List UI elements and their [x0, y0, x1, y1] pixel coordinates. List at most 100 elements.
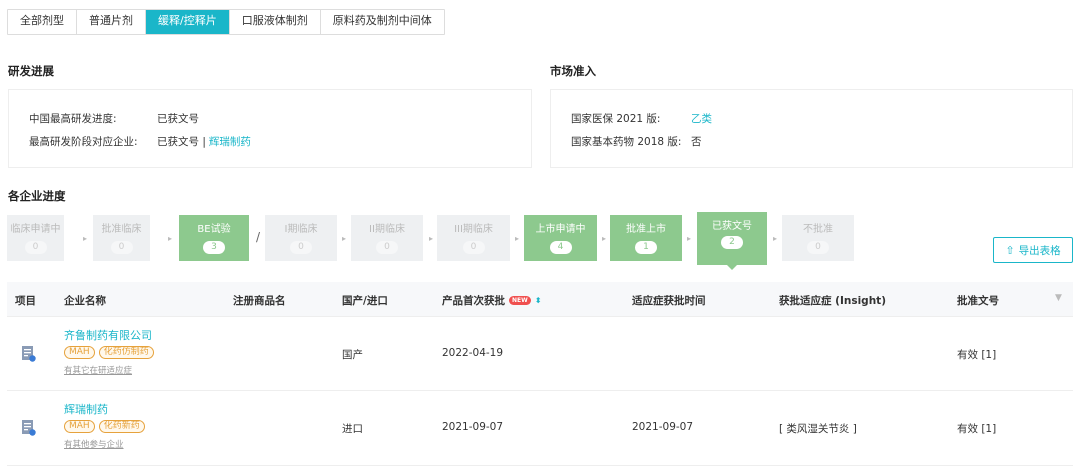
- rd-highest-row: 中国最高研发进度: 已获文号: [29, 111, 199, 126]
- stage-label: BE试验: [197, 224, 231, 235]
- table-row: 辉瑞制药 MAH 化药新药 有其他参与企业 进口 2021-09-07 2021…: [7, 391, 1073, 466]
- rd-progress-title: 研发进展: [8, 64, 54, 78]
- tag-group: MAH 化药仿制药: [64, 346, 154, 359]
- stage-phase-2[interactable]: II期临床 0: [351, 215, 423, 261]
- rd-company-label: 最高研发阶段对应企业:: [29, 136, 138, 148]
- chevron-right-icon: ▸: [686, 234, 691, 243]
- origin-cell: 国产: [342, 349, 363, 361]
- stage-nda-pending[interactable]: 上市申请中 4: [524, 215, 597, 261]
- stage-label: 批准上市: [626, 224, 666, 235]
- th-brand: 注册商品名: [233, 295, 286, 307]
- th-indication-time: 适应症获批时间: [632, 295, 706, 307]
- nrdl-value-link[interactable]: 乙类: [691, 111, 712, 126]
- first-approval-cell: 2022-04-19: [442, 347, 504, 359]
- stage-count: 0: [24, 241, 47, 254]
- mah-tag: MAH: [64, 420, 95, 433]
- stage-be-trial[interactable]: BE试验 3: [179, 215, 249, 261]
- upload-icon: ⇧: [1005, 243, 1015, 257]
- nrdl-label: 国家医保 2021 版:: [571, 113, 661, 125]
- stage-count: 4: [549, 241, 572, 254]
- drug-type-tag: 化药仿制药: [98, 346, 154, 359]
- th-origin: 国产/进口: [342, 295, 388, 307]
- tab-extended-release[interactable]: 缓释/控释片: [146, 10, 230, 34]
- stage-label: 不批准: [803, 224, 833, 235]
- chevron-right-icon: ▸: [428, 234, 433, 243]
- origin-cell: 进口: [342, 423, 363, 435]
- dosage-form-tabs: 全部剂型 普通片剂 缓释/控释片 口服液体制剂 原料药及制剂中间体: [7, 9, 445, 35]
- rd-company-link[interactable]: 辉瑞制药: [209, 134, 251, 149]
- nrdl-row: 国家医保 2021 版: 乙类: [571, 111, 712, 126]
- drug-type-tag: 化药新药: [98, 420, 145, 433]
- document-icon[interactable]: [22, 420, 36, 436]
- chevron-right-icon: ▸: [167, 234, 172, 243]
- stage-rejected[interactable]: 不批准 0: [782, 215, 854, 261]
- stage-phase-1[interactable]: I期临床 0: [265, 215, 337, 261]
- indication-time-cell: 2021-09-07: [632, 421, 694, 433]
- new-badge: NEW: [509, 296, 531, 305]
- rd-highest-label: 中国最高研发进度:: [29, 113, 117, 125]
- other-companies-link[interactable]: 有其他参与企业: [64, 438, 145, 450]
- stage-label: II期临床: [369, 224, 405, 235]
- stage-count: 0: [376, 241, 398, 254]
- tab-oral-liquid[interactable]: 口服液体制剂: [229, 10, 321, 34]
- stage-label: 已获文号: [712, 221, 752, 232]
- stage-label: III期临床: [454, 224, 493, 235]
- tag-group: MAH 化药新药: [64, 420, 145, 433]
- stage-label: 上市申请中: [535, 224, 586, 235]
- stage-clinical-application[interactable]: 临床申请中 0: [7, 215, 64, 261]
- market-access-title: 市场准入: [550, 64, 596, 78]
- th-first-approval[interactable]: 产品首次获批 NEW ⬍: [442, 293, 541, 308]
- th-item: 项目: [15, 295, 36, 307]
- stage-marketing-approved[interactable]: 批准上市 1: [610, 215, 682, 261]
- first-approval-cell: 2021-09-07: [442, 421, 504, 433]
- market-access-panel: 国家医保 2021 版: 乙类 国家基本药物 2018 版: 否: [550, 89, 1073, 168]
- edl-value: 否: [691, 136, 702, 148]
- stage-phase-3[interactable]: III期临床 0: [437, 215, 510, 261]
- chevron-right-icon: ▸: [772, 234, 777, 243]
- export-label: 导出表格: [1018, 244, 1061, 257]
- stage-count: 0: [290, 241, 312, 254]
- stage-count: 2: [721, 236, 743, 249]
- chevron-right-icon: ▸: [601, 234, 606, 243]
- stage-approval-number-obtained[interactable]: 已获文号 2: [697, 212, 767, 270]
- first-approval-label: 产品首次获批: [442, 295, 505, 307]
- stage-label: 临床申请中: [10, 224, 61, 235]
- other-indications-link[interactable]: 有其它在研适应症: [64, 364, 154, 376]
- filter-icon[interactable]: ▼: [1055, 293, 1062, 303]
- company-cell: 辉瑞制药 MAH 化药新药 有其他参与企业: [64, 401, 145, 450]
- indication-cell[interactable]: [ 类风湿关节炎 ]: [779, 421, 857, 436]
- rd-company-value: 已获文号 |: [157, 136, 206, 148]
- stage-count: 3: [203, 241, 225, 254]
- mah-tag: MAH: [64, 346, 95, 359]
- tab-all-forms[interactable]: 全部剂型: [8, 10, 77, 34]
- th-company: 企业名称: [64, 295, 106, 307]
- rd-progress-panel: 中国最高研发进度: 已获文号 最高研发阶段对应企业: 已获文号 | 辉瑞制药: [8, 89, 532, 168]
- company-name-link[interactable]: 齐鲁制药有限公司: [64, 327, 154, 343]
- stage-count: 0: [807, 241, 829, 254]
- tab-api-intermediate[interactable]: 原料药及制剂中间体: [320, 10, 444, 34]
- approval-no-link[interactable]: 有效 [1]: [957, 421, 996, 436]
- th-indication: 获批适应症 (Insight): [779, 295, 886, 307]
- table-header: 项目 企业名称 注册商品名 国产/进口 产品首次获批 NEW ⬍ 适应症获批时间…: [7, 282, 1073, 317]
- stage-clinical-approved[interactable]: 批准临床 0: [93, 215, 150, 261]
- company-progress-title: 各企业进度: [8, 189, 66, 203]
- export-table-button[interactable]: ⇧ 导出表格: [993, 237, 1073, 263]
- company-cell: 齐鲁制药有限公司 MAH 化药仿制药 有其它在研适应症: [64, 327, 154, 376]
- chevron-right-icon: ▸: [82, 234, 87, 243]
- sort-icon[interactable]: ⬍: [535, 296, 542, 305]
- approval-no-link[interactable]: 有效 [1]: [957, 347, 996, 362]
- th-approval-no: 批准文号: [957, 295, 999, 307]
- stage-count: 0: [462, 241, 485, 254]
- document-icon[interactable]: [22, 346, 36, 362]
- edl-row: 国家基本药物 2018 版: 否: [571, 134, 702, 149]
- table-row: 齐鲁制药有限公司 MAH 化药仿制药 有其它在研适应症 国产 2022-04-1…: [7, 317, 1073, 391]
- chevron-right-icon: ▸: [341, 234, 346, 243]
- caret-down-icon: [727, 265, 737, 270]
- company-name-link[interactable]: 辉瑞制药: [64, 401, 145, 417]
- tab-regular-tablet[interactable]: 普通片剂: [77, 10, 146, 34]
- stage-label: 批准临床: [101, 224, 142, 235]
- chevron-right-icon: ▸: [514, 234, 519, 243]
- edl-label: 国家基本药物 2018 版:: [571, 136, 682, 148]
- company-table: 项目 企业名称 注册商品名 国产/进口 产品首次获批 NEW ⬍ 适应症获批时间…: [7, 282, 1073, 466]
- rd-highest-value: 已获文号: [157, 113, 199, 125]
